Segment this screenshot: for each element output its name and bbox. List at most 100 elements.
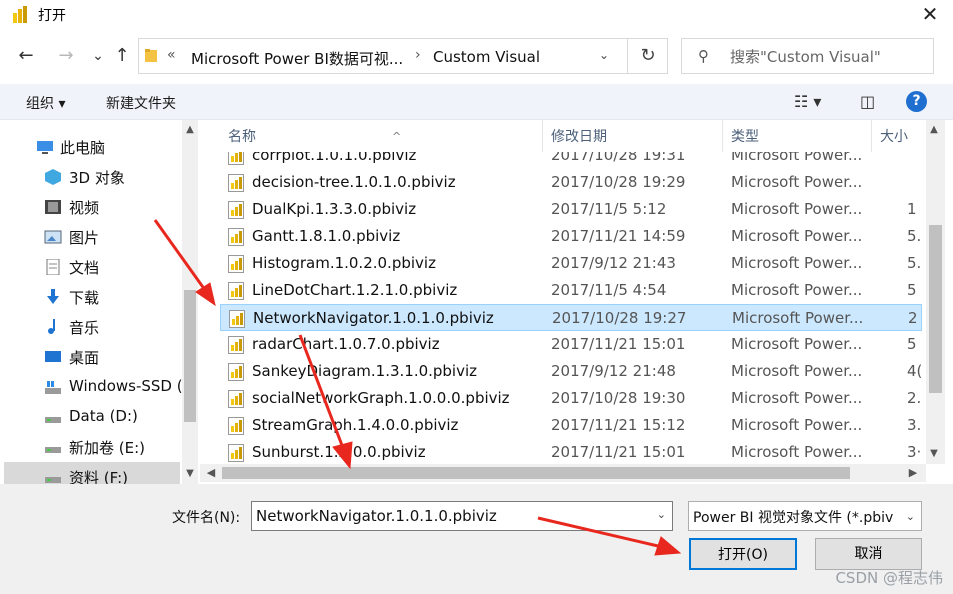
- scroll-thumb[interactable]: [184, 290, 196, 422]
- dialog-footer: 文件名(N): ⌄ Power BI 视觉对象文件 (*.pbiv ⌄ 打开(O…: [0, 484, 953, 594]
- sidebar-item-data-f[interactable]: 资料 (F:): [4, 462, 180, 484]
- file-size: 4(: [907, 362, 922, 380]
- scroll-thumb[interactable]: [222, 467, 850, 479]
- sidebar-item-label: 此电脑: [60, 139, 106, 157]
- forward-button[interactable]: →: [52, 44, 80, 70]
- filename-input[interactable]: [256, 506, 646, 526]
- file-size: 2.: [907, 389, 922, 407]
- horizontal-scrollbar[interactable]: ◀ ▶: [200, 464, 926, 482]
- column-header-date[interactable]: 修改日期: [543, 120, 723, 152]
- file-row[interactable]: Gantt.1.8.1.0.pbiviz 2017/11/21 14:59 Micr…: [220, 223, 922, 250]
- vertical-scrollbar[interactable]: ▲ ▼: [926, 120, 945, 464]
- file-row[interactable]: NetworkNavigator.1.0.1.0.pbiviz 2017/10/2…: [220, 304, 922, 331]
- file-row[interactable]: DualKpi.1.3.3.0.pbiviz 2017/11/5 5:12 Micr…: [220, 196, 922, 223]
- sidebar-item-documents[interactable]: 文档: [4, 252, 180, 282]
- file-date: 2017/11/21 15:12: [551, 416, 686, 434]
- pbiviz-file-icon: [228, 417, 244, 435]
- windows-drive-icon: [45, 381, 61, 394]
- file-name: socialNetworkGraph.1.0.0.0.pbiviz: [252, 389, 510, 407]
- column-header-name[interactable]: 名称 ^: [220, 120, 543, 152]
- file-row[interactable]: LineDotChart.1.2.1.0.pbiviz 2017/11/5 4:5…: [220, 277, 922, 304]
- file-row[interactable]: corrplot.1.0.1.0.pbiviz 2017/10/28 19:31 M…: [220, 152, 922, 169]
- drive-icon: [45, 477, 61, 483]
- scroll-thumb[interactable]: [929, 225, 942, 393]
- file-name: Gantt.1.8.1.0.pbiviz: [252, 227, 401, 245]
- pbiviz-file-icon: [228, 174, 244, 192]
- open-file-dialog: 打开 ✕ ← → ⌄ ↑ « Microsoft Power BI数据可视...…: [0, 0, 953, 594]
- sidebar-item-label: 文档: [69, 259, 100, 277]
- filename-field[interactable]: ⌄: [251, 501, 673, 531]
- view-options-icon[interactable]: ☷ ▾: [794, 92, 821, 111]
- address-bar[interactable]: « Microsoft Power BI数据可视... › Custom Vis…: [138, 38, 668, 74]
- file-type: Microsoft Power...: [731, 173, 863, 191]
- open-button[interactable]: 打开(O): [689, 538, 797, 570]
- sidebar-item-music[interactable]: 音乐: [4, 312, 180, 342]
- help-icon[interactable]: ?: [906, 91, 927, 112]
- sidebar-item-downloads[interactable]: 下载: [4, 282, 180, 312]
- sidebar-item-label: 资料 (F:): [69, 469, 128, 484]
- overflow-chevron[interactable]: «: [167, 47, 176, 63]
- file-date: 2017/11/5 4:54: [551, 281, 667, 299]
- pbiviz-file-icon: [228, 255, 244, 273]
- address-dropdown-icon[interactable]: ⌄: [599, 48, 609, 62]
- scroll-down-icon[interactable]: ▼: [182, 466, 198, 482]
- column-header-type[interactable]: 类型: [723, 120, 872, 152]
- file-type: Microsoft Power...: [731, 416, 863, 434]
- chevron-down-icon[interactable]: ⌄: [906, 510, 915, 523]
- file-name: NetworkNavigator.1.0.1.0.pbiviz: [253, 309, 494, 327]
- scroll-left-icon[interactable]: ◀: [202, 464, 220, 482]
- organize-menu[interactable]: 组织 ▾: [26, 93, 65, 113]
- scroll-down-icon[interactable]: ▼: [926, 446, 942, 462]
- up-button[interactable]: ↑: [108, 44, 136, 70]
- breadcrumb-separator[interactable]: ›: [415, 47, 421, 63]
- sidebar-item-data-d[interactable]: Data (D:): [4, 402, 180, 432]
- window-title: 打开: [38, 8, 66, 24]
- sidebar-item-label: 视频: [69, 199, 100, 217]
- scroll-right-icon[interactable]: ▶: [904, 464, 922, 482]
- file-name: Sunburst.1.2.0.0.pbiviz: [252, 443, 426, 461]
- scroll-up-icon[interactable]: ▲: [182, 122, 198, 138]
- sidebar-item-pictures[interactable]: 图片: [4, 222, 180, 252]
- file-row[interactable]: StreamGraph.1.4.0.0.pbiviz 2017/11/21 15:…: [220, 412, 922, 439]
- sidebar-item-this-pc[interactable]: 此电脑: [4, 132, 180, 162]
- nav-scrollbar[interactable]: ▲ ▼: [182, 120, 198, 484]
- sidebar-item-new-volume-e[interactable]: 新加卷 (E:): [4, 432, 180, 462]
- file-name: corrplot.1.0.1.0.pbiviz: [252, 152, 417, 164]
- breadcrumb-current[interactable]: Custom Visual: [433, 48, 540, 66]
- pbiviz-file-icon: [228, 282, 244, 300]
- file-row[interactable]: socialNetworkGraph.1.0.0.0.pbiviz 2017/10…: [220, 385, 922, 412]
- power-bi-icon: [13, 6, 27, 23]
- pbiviz-file-icon: [228, 390, 244, 408]
- file-row[interactable]: SankeyDiagram.1.3.1.0.pbiviz 2017/9/12 21…: [220, 358, 922, 385]
- file-list: 名称 ^ 修改日期 类型 大小 corrplot.1.0.1.0.pbiviz 2…: [200, 120, 945, 484]
- chevron-down-icon[interactable]: ⌄: [657, 508, 666, 521]
- search-box[interactable]: ⚲: [681, 38, 934, 74]
- file-row[interactable]: decision-tree.1.0.1.0.pbiviz 2017/10/28 1…: [220, 169, 922, 196]
- file-type: Microsoft Power...: [731, 227, 863, 245]
- cancel-button[interactable]: 取消: [815, 538, 922, 570]
- file-type: Microsoft Power...: [731, 254, 863, 272]
- file-date: 2017/10/28 19:30: [551, 389, 686, 407]
- scroll-up-icon[interactable]: ▲: [926, 122, 942, 138]
- sidebar-item-3d-objects[interactable]: 3D 对象: [4, 162, 180, 192]
- file-date: 2017/11/21 14:59: [551, 227, 686, 245]
- sidebar-item-windows-ssd[interactable]: Windows-SSD (: [4, 372, 183, 402]
- navigation-pane: 此电脑 3D 对象 视频 图片 文档 下载 音乐 桌面 Windows-SSD …: [4, 120, 198, 484]
- close-button[interactable]: ✕: [907, 0, 953, 30]
- sidebar-item-video[interactable]: 视频: [4, 192, 180, 222]
- new-folder-button[interactable]: 新建文件夹: [106, 93, 176, 113]
- file-type-filter[interactable]: Power BI 视觉对象文件 (*.pbiv ⌄: [688, 501, 922, 531]
- file-row[interactable]: Histogram.1.0.2.0.pbiviz 2017/9/12 21:43 M…: [220, 250, 922, 277]
- sidebar-item-desktop[interactable]: 桌面: [4, 342, 180, 372]
- file-type-value: Power BI 视觉对象文件 (*.pbiv: [693, 510, 894, 526]
- file-date: 2017/11/5 5:12: [551, 200, 667, 218]
- file-date: 2017/10/28 19:29: [551, 173, 686, 191]
- refresh-button[interactable]: ↻: [627, 39, 668, 73]
- search-input[interactable]: [730, 47, 925, 67]
- column-header-size[interactable]: 大小: [872, 120, 926, 152]
- breadcrumb-parent[interactable]: Microsoft Power BI数据可视...: [191, 48, 403, 69]
- back-button[interactable]: ←: [12, 44, 40, 70]
- file-row[interactable]: radarChart.1.0.7.0.pbiviz 2017/11/21 15:0…: [220, 331, 922, 358]
- file-row[interactable]: Sunburst.1.2.0.0.pbiviz 2017/11/21 15:01 M…: [220, 439, 922, 464]
- preview-pane-icon[interactable]: ◫: [860, 92, 875, 111]
